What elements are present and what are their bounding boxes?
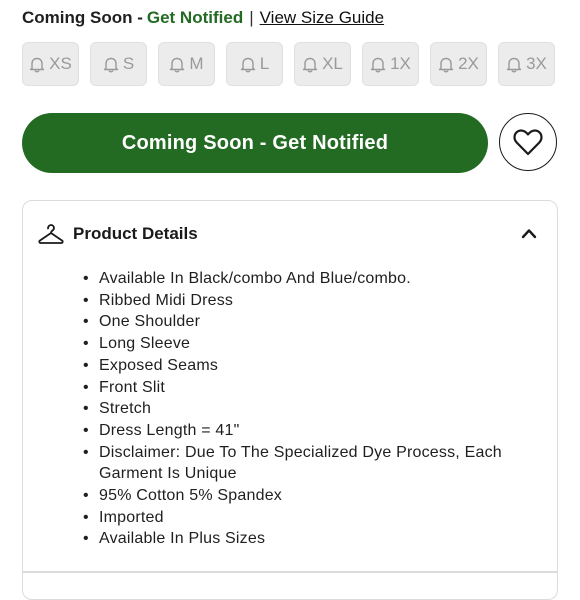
product-details-panel: Product Details Available In Black/combo… <box>22 200 558 600</box>
bell-icon <box>103 57 119 72</box>
size-label: L <box>259 54 270 73</box>
size-option-2x[interactable]: 2X <box>430 42 487 86</box>
list-item: One Shoulder <box>83 311 513 333</box>
bell-icon <box>302 57 318 72</box>
get-notified-button-label: Coming Soon - Get Notified <box>121 131 389 154</box>
list-item: Available In Black/combo And Blue/combo. <box>83 268 513 290</box>
wishlist-button[interactable] <box>499 113 557 171</box>
list-item: Stretch <box>83 398 513 420</box>
list-item: 95% Cotton 5% Spandex <box>83 485 513 507</box>
size-label: S <box>122 54 135 73</box>
hanger-icon <box>38 224 64 244</box>
list-item: Available In Plus Sizes <box>83 528 513 550</box>
size-option-xl[interactable]: XL <box>294 42 351 86</box>
coming-soon-text: Coming Soon - <box>22 8 143 27</box>
get-notified-button[interactable]: Coming Soon - Get Notified <box>22 113 488 173</box>
bell-icon <box>29 57 45 72</box>
availability-status: Coming Soon - Get Notified | View Size G… <box>22 6 384 30</box>
list-item: Long Sleeve <box>83 333 513 355</box>
bell-icon <box>170 57 185 72</box>
bell-icon <box>370 57 386 72</box>
size-label: 1X <box>390 54 411 73</box>
list-item: Disclaimer: Due To The Specialized Dye P… <box>83 442 513 485</box>
product-details-header[interactable]: Product Details <box>23 217 557 251</box>
size-label: XL <box>322 54 343 73</box>
size-label: XS <box>49 54 72 73</box>
size-option-m[interactable]: M <box>158 42 215 86</box>
get-notified-text: Get Notified <box>146 8 244 27</box>
separator: | <box>249 8 254 27</box>
heart-icon <box>513 128 543 155</box>
bell-icon <box>240 57 255 72</box>
size-selector: XS S M L XL 1X 2X 3X <box>22 42 555 86</box>
size-label: 3X <box>526 54 547 73</box>
bell-icon <box>506 57 522 72</box>
list-item: Front Slit <box>83 377 513 399</box>
product-details-title: Product Details <box>73 224 198 243</box>
bell-icon <box>438 57 454 72</box>
list-item: Dress Length = 41" <box>83 420 513 442</box>
size-label: M <box>189 54 204 73</box>
size-option-xs[interactable]: XS <box>22 42 79 86</box>
product-details-list: Available In Black/combo And Blue/combo.… <box>83 268 513 550</box>
size-guide-link[interactable]: View Size Guide <box>260 8 384 28</box>
list-item: Exposed Seams <box>83 355 513 377</box>
chevron-up-icon[interactable] <box>521 227 537 239</box>
size-option-1x[interactable]: 1X <box>362 42 419 86</box>
size-label: 2X <box>458 54 479 73</box>
size-option-l[interactable]: L <box>226 42 283 86</box>
list-item: Ribbed Midi Dress <box>83 290 513 312</box>
size-option-3x[interactable]: 3X <box>498 42 555 86</box>
size-option-s[interactable]: S <box>90 42 147 86</box>
list-item: Imported <box>83 507 513 529</box>
divider <box>23 571 557 573</box>
